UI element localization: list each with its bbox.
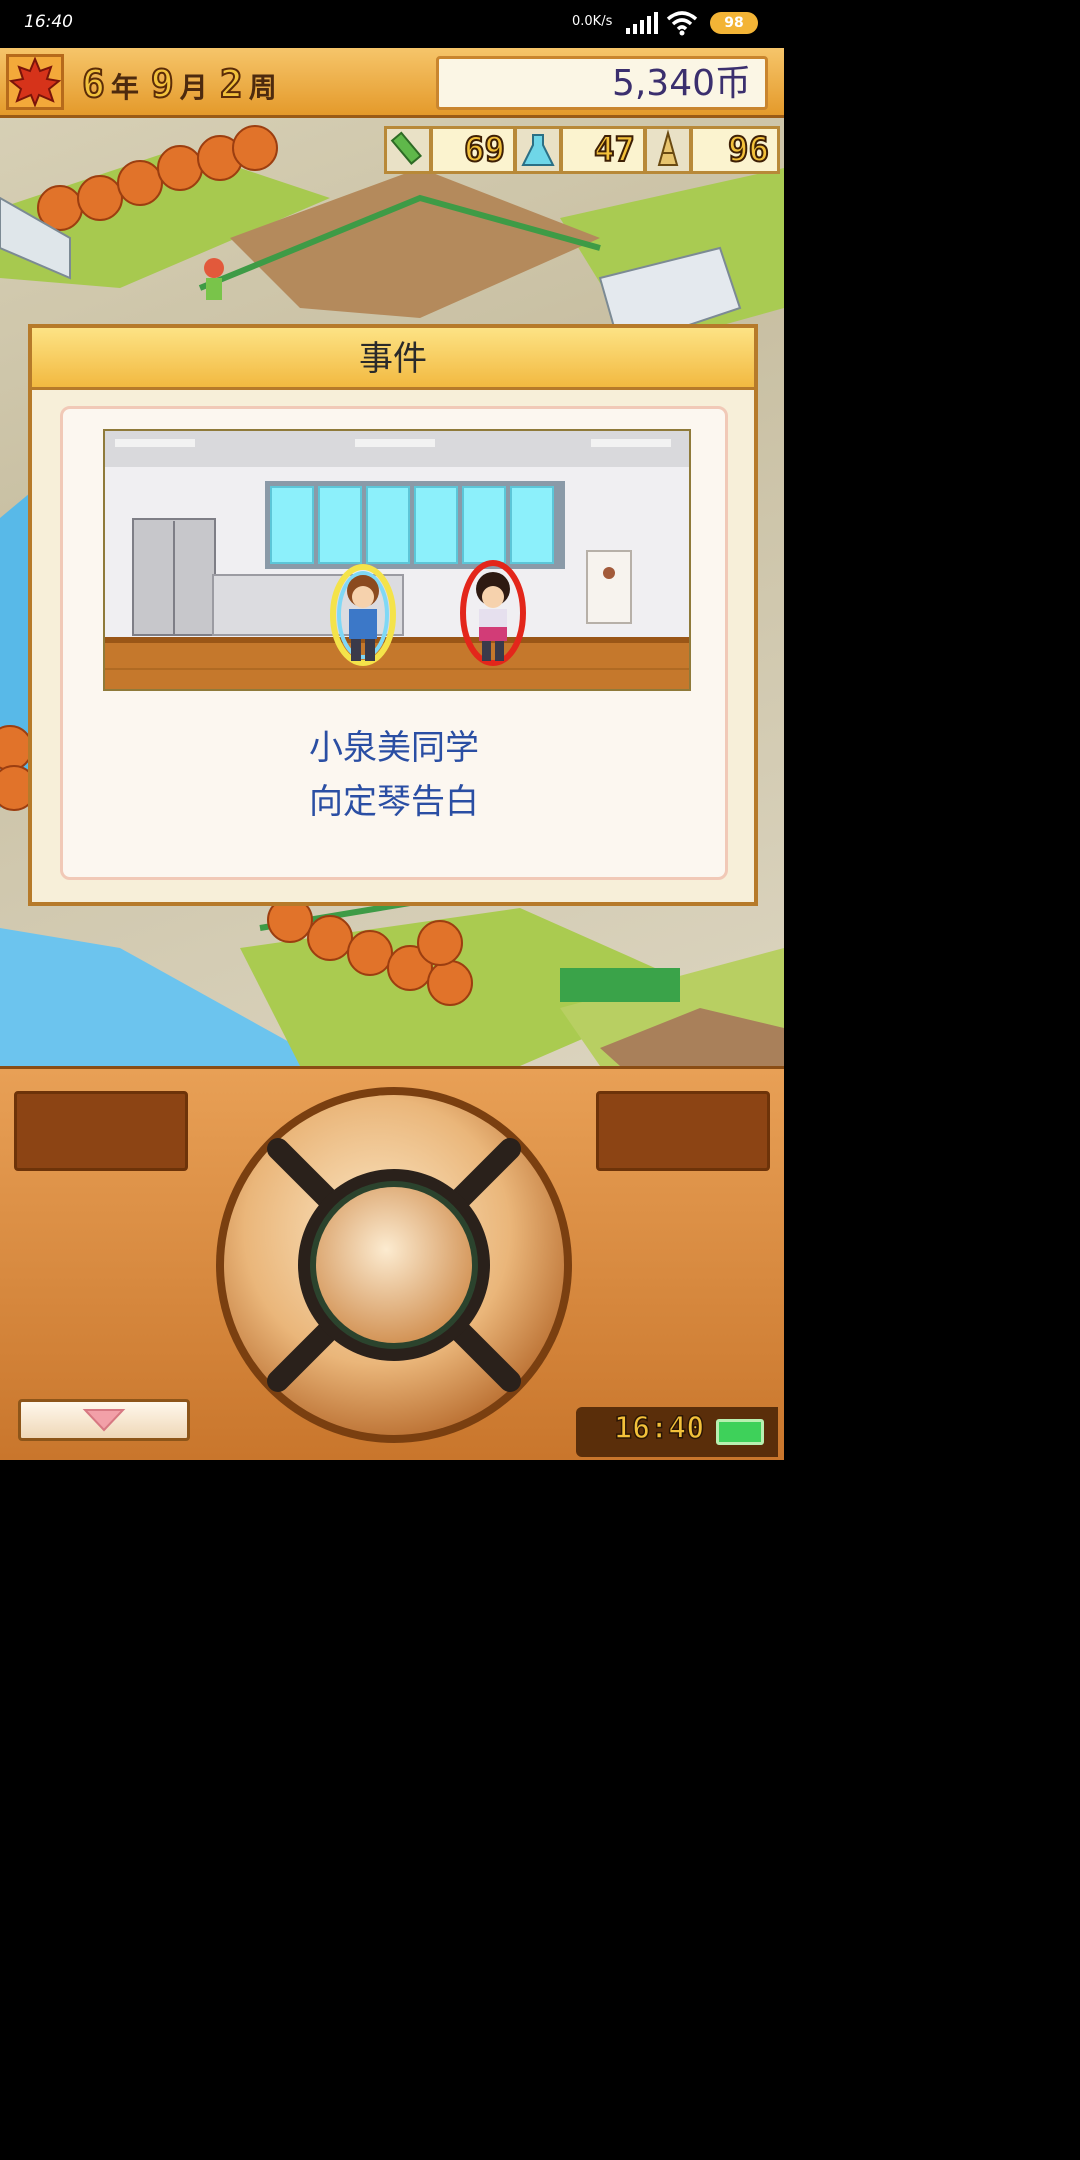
status-time: 16:40 bbox=[24, 12, 73, 32]
game-clock: 16:40 bbox=[613, 1410, 705, 1447]
season-button[interactable] bbox=[6, 54, 64, 110]
signal-icon bbox=[626, 12, 658, 34]
event-title: 事件 bbox=[359, 339, 427, 379]
controller-panel: 16:40 bbox=[0, 1066, 784, 1460]
stat-value-pencil: 69 bbox=[430, 126, 516, 174]
game-clock-display: 16:40 bbox=[576, 1407, 778, 1457]
event-dialog[interactable]: 事件 小泉美同学 向定琴告白 bbox=[28, 324, 758, 906]
tower-icon bbox=[644, 126, 692, 174]
event-header: 事件 bbox=[32, 328, 754, 390]
top-bar: 6年9月2周 5,340币 bbox=[0, 48, 784, 118]
maple-leaf-icon bbox=[8, 56, 62, 108]
year-unit: 年 bbox=[110, 71, 139, 104]
dpad[interactable] bbox=[214, 1085, 574, 1445]
event-message-line-1: 小泉美同学 bbox=[309, 728, 479, 768]
battery-icon bbox=[716, 1419, 764, 1445]
year-value: 6 bbox=[81, 61, 106, 107]
dpad-center-button bbox=[316, 1187, 472, 1343]
week-unit: 周 bbox=[248, 71, 277, 104]
stat-value-flask: 47 bbox=[560, 126, 646, 174]
event-scene-image bbox=[103, 429, 691, 691]
menu-toggle-button[interactable] bbox=[18, 1399, 190, 1441]
month-unit: 月 bbox=[179, 71, 208, 104]
pencil-icon bbox=[384, 126, 432, 174]
network-speed: 0.0K/s bbox=[572, 14, 613, 29]
event-message: 小泉美同学 向定琴告白 bbox=[63, 721, 725, 829]
month-value: 9 bbox=[150, 61, 175, 107]
battery-icon: 98 bbox=[710, 12, 758, 34]
flask-icon bbox=[514, 126, 562, 174]
arrow-down-icon bbox=[82, 1409, 126, 1432]
money-display: 5,340币 bbox=[436, 56, 768, 110]
status-bar: 16:40 0.0K/s 98 bbox=[0, 0, 784, 48]
battery-level: 98 bbox=[724, 15, 744, 31]
right-action-button[interactable] bbox=[596, 1091, 770, 1171]
wifi-icon bbox=[666, 11, 698, 36]
game-date: 6年9月2周 bbox=[81, 61, 289, 107]
event-message-line-2: 向定琴告白 bbox=[309, 782, 479, 822]
event-panel: 小泉美同学 向定琴告白 bbox=[60, 406, 728, 880]
week-value: 2 bbox=[219, 61, 244, 107]
money-value: 5,340币 bbox=[611, 63, 751, 104]
stat-value-tower: 96 bbox=[690, 126, 780, 174]
left-action-button[interactable] bbox=[14, 1091, 188, 1171]
